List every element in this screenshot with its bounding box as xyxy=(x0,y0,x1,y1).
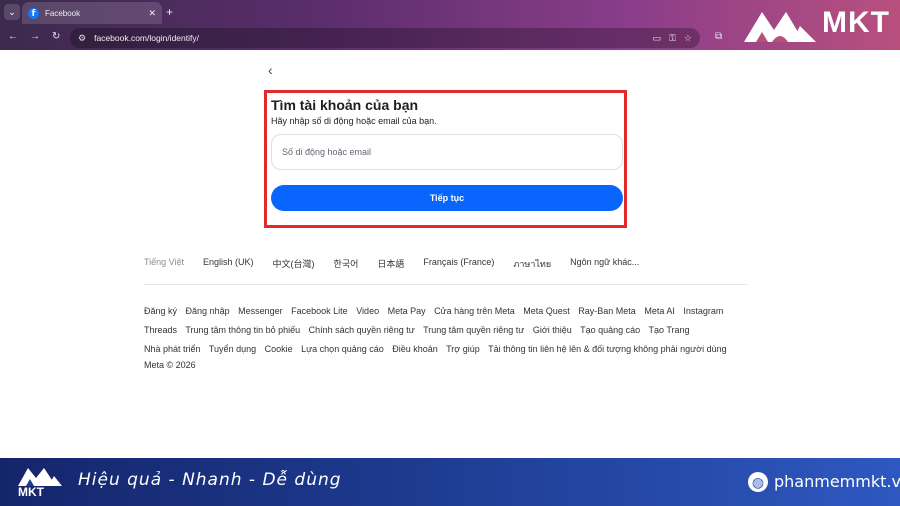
more-languages-link[interactable]: Ngôn ngữ khác... xyxy=(570,257,639,271)
copyright-text: Meta © 2026 xyxy=(144,360,196,370)
language-link[interactable]: 한국어 xyxy=(334,257,359,271)
footer-link[interactable]: Cửa hàng trên Meta xyxy=(434,306,515,316)
footer-link[interactable]: Facebook Lite xyxy=(291,306,348,316)
footer-link[interactable]: Tạo Trang xyxy=(649,325,690,335)
continue-button[interactable]: Tiếp tục xyxy=(271,185,623,211)
footer-link[interactable]: Giới thiệu xyxy=(533,325,572,335)
page-title: Tìm tài khoản của bạn xyxy=(271,97,419,113)
footer-link[interactable]: Lựa chọn quảng cáo xyxy=(301,344,384,354)
find-account-card: Tìm tài khoản của bạn Hãy nhập số di độn… xyxy=(264,90,627,228)
language-link[interactable]: Tiếng Việt xyxy=(144,257,184,271)
banner-logo-text: MKT xyxy=(18,485,44,499)
reload-icon[interactable]: ↻ xyxy=(52,30,60,44)
footer-link[interactable]: Đăng nhập xyxy=(186,306,230,316)
footer-links-row: Đăng ký Đăng nhập Messenger Facebook Lit… xyxy=(144,302,754,321)
footer-link[interactable]: Messenger xyxy=(238,306,283,316)
footer-link[interactable]: Meta Pay xyxy=(388,306,426,316)
facebook-favicon-icon: f xyxy=(28,7,39,19)
footer-links: Đăng ký Đăng nhập Messenger Facebook Lit… xyxy=(144,302,754,359)
mkt-mountain-icon xyxy=(744,12,816,42)
footer-link[interactable]: Trung tâm quyền riêng tư xyxy=(423,325,524,335)
language-link[interactable]: English (UK) xyxy=(203,257,254,271)
footer-link[interactable]: Đăng ký xyxy=(144,306,177,316)
footer-link[interactable]: Chính sách quyền riêng tư xyxy=(309,325,415,335)
footer-links-row: Nhà phát triển Tuyển dụng Cookie Lựa chọ… xyxy=(144,340,754,359)
promo-banner: MKT Hiệu quả - Nhanh - Dễ dùng ◍ phanmem… xyxy=(0,458,900,506)
footer-link[interactable]: Ray-Ban Meta xyxy=(578,306,636,316)
address-bar[interactable]: ⚙ facebook.com/login/identify/ ▭ ⚿ ☆ xyxy=(70,28,700,48)
language-link[interactable]: Français (France) xyxy=(423,257,494,271)
language-list: Tiếng Việt English (UK) 中文(台灣) 한국어 日本語 F… xyxy=(144,257,744,271)
footer-link[interactable]: Video xyxy=(356,306,379,316)
footer-link[interactable]: Meta AI xyxy=(644,306,675,316)
mkt-logo-text: MKT xyxy=(822,6,890,39)
tab-facebook[interactable]: f Facebook ✕ xyxy=(22,2,162,24)
footer-link[interactable]: Instagram xyxy=(683,306,723,316)
extensions-icon[interactable]: ⧉ xyxy=(715,31,722,42)
footer-link[interactable]: Meta Quest xyxy=(523,306,570,316)
language-link[interactable]: 中文(台灣) xyxy=(273,257,315,271)
new-tab-icon[interactable]: + xyxy=(166,5,173,19)
back-arrow-icon[interactable]: ‹ xyxy=(268,62,282,78)
footer-link[interactable]: Nhà phát triển xyxy=(144,344,201,354)
url-text[interactable]: facebook.com/login/identify/ xyxy=(94,33,644,43)
forward-icon[interactable]: → xyxy=(30,30,40,44)
cast-icon[interactable]: ▭ xyxy=(653,33,662,44)
key-icon[interactable]: ⚿ xyxy=(669,33,676,44)
footer-link[interactable]: Cookie xyxy=(265,344,293,354)
footer-links-row: Threads Trung tâm thông tin bỏ phiếu Chí… xyxy=(144,321,754,340)
tab-title: Facebook xyxy=(45,8,81,18)
mkt-watermark-logo: MKT xyxy=(742,4,898,46)
footer-divider xyxy=(144,284,748,285)
footer-link[interactable]: Trợ giúp xyxy=(446,344,480,354)
bookmark-star-icon[interactable]: ☆ xyxy=(684,33,692,44)
banner-slogan: Hiệu quả - Nhanh - Dễ dùng xyxy=(78,470,342,490)
language-link[interactable]: 日本語 xyxy=(377,257,404,271)
globe-icon: ◍ xyxy=(748,472,768,492)
footer-link[interactable]: Điều khoản xyxy=(392,344,438,354)
browser-chrome: ⌄ f Facebook ✕ + ← → ↻ ⚙ facebook.com/lo… xyxy=(0,0,900,50)
footer-link[interactable]: Trung tâm thông tin bỏ phiếu xyxy=(185,325,300,335)
page-subtitle: Hãy nhập số di động hoặc email của bạn. xyxy=(271,116,437,126)
phone-or-email-input[interactable]: Số di động hoặc email xyxy=(271,134,623,170)
footer-link[interactable]: Threads xyxy=(144,325,177,335)
footer-link[interactable]: Tuyển dụng xyxy=(209,344,256,354)
footer-link[interactable]: Tạo quảng cáo xyxy=(580,325,640,335)
banner-website: phanmemmkt.vn xyxy=(774,472,900,491)
site-info-icon[interactable]: ⚙ xyxy=(78,33,86,44)
close-icon[interactable]: ✕ xyxy=(148,8,156,19)
back-icon[interactable]: ← xyxy=(8,30,18,44)
footer-link[interactable]: Tải thông tin liên hệ lên & đối tượng kh… xyxy=(488,344,727,354)
tab-search-icon[interactable]: ⌄ xyxy=(4,4,20,20)
language-link[interactable]: ภาษาไทย xyxy=(513,257,551,271)
